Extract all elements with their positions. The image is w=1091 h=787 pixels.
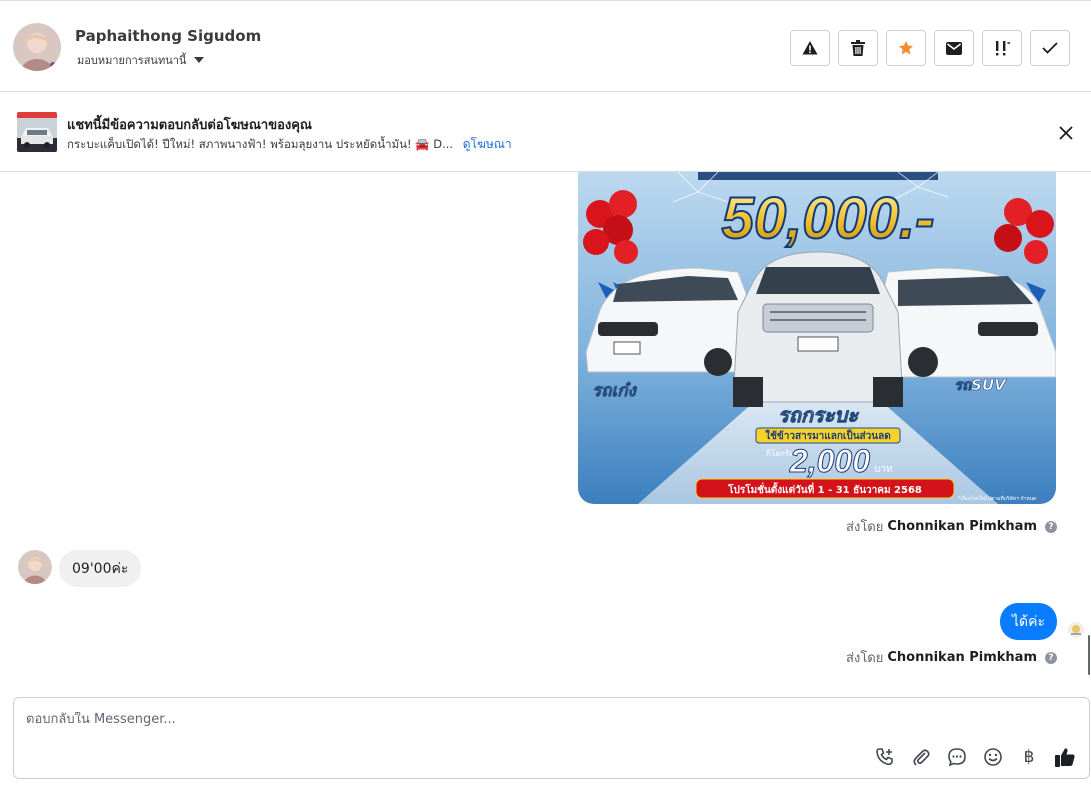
composer-tools: ฿ [873, 745, 1077, 769]
ad-banner-subtitle: กระบะแค็บเปิดได้! ปีใหม่! สภาพนางฟ้า! พร… [67, 135, 512, 154]
check-icon [1042, 42, 1058, 54]
report-icon [802, 41, 818, 55]
envelope-icon [946, 41, 962, 55]
close-banner-button[interactable] [1057, 124, 1075, 142]
sent-by-prefix: ส่งโดย [846, 520, 884, 535]
emoji-button[interactable] [981, 745, 1005, 769]
paperclip-icon [913, 749, 930, 766]
ad-caption: กระบะแค็บเปิดได้! ปีใหม่! สภาพนางฟ้า! พร… [67, 137, 454, 151]
delete-button[interactable] [838, 30, 878, 66]
sent-by-label: ส่งโดย Chonnikan Pimkham ? [846, 516, 1057, 537]
help-icon[interactable]: ? [1045, 651, 1057, 664]
trash-icon [851, 40, 865, 56]
message-thread[interactable]: 50,000.- รถเก๋ง รถSUV รถกระบะ ใช้ข้าวสาร… [0, 172, 1091, 697]
scrollbar-thumb[interactable] [1088, 635, 1090, 675]
promo-image-message[interactable]: 50,000.- รถเก๋ง รถSUV รถกระบะ ใช้ข้าวสาร… [578, 172, 1056, 504]
follow-up-icon [996, 41, 1010, 56]
promo-period: โปรโมชั่นตั้งแต่วันที่ 1 - 31 ธันวาคม 25… [727, 482, 922, 496]
contact-name[interactable]: Paphaithong Sigudom [75, 27, 261, 45]
thumbs-up-icon [1055, 748, 1075, 767]
saved-replies-button[interactable] [945, 745, 969, 769]
promo-label-pickup: รถกระบะ [778, 403, 859, 427]
mark-done-button[interactable] [1030, 30, 1070, 66]
follow-up-button[interactable] [982, 30, 1022, 66]
sent-by-label-2: ส่งโดย Chonnikan Pimkham ? [846, 647, 1057, 668]
sender-name[interactable]: Chonnikan Pimkham [887, 519, 1037, 534]
sender-name-2[interactable]: Chonnikan Pimkham [887, 650, 1037, 665]
conversation-header: Paphaithong Sigudom มอบหมายการสนทนานี้ [0, 0, 1091, 92]
promo-label-suv: รถSUV [954, 376, 1007, 394]
promo-amount: 2,000 [789, 443, 870, 479]
incoming-message-bubble[interactable]: 09'00ค่ะ [59, 550, 142, 587]
outgoing-message-bubble[interactable]: ได้ค่ะ [999, 603, 1057, 640]
close-icon [1059, 126, 1073, 140]
promo-rice-text: ใช้ข้าวสารมาแลกเป็นส่วนลด [765, 428, 890, 442]
promo-label-sedan: รถเก๋ง [592, 381, 638, 401]
payment-button[interactable]: ฿ [1017, 745, 1041, 769]
promo-footnote: *เงื่อนไขเป็นไปตามที่บริษัทฯ กำหนด [958, 494, 1036, 502]
add-call-button[interactable] [873, 745, 897, 769]
mark-unread-button[interactable] [934, 30, 974, 66]
phone-plus-icon [876, 748, 893, 766]
assign-conversation-dropdown[interactable]: มอบหมายการสนทนานี้ [77, 51, 205, 69]
ad-reply-banner: แชทนี้มีข้อความตอบกลับต่อโฆษณาของคุณ กระ… [0, 92, 1091, 172]
help-icon[interactable]: ? [1045, 520, 1057, 533]
ad-thumbnail[interactable] [17, 112, 57, 152]
like-button[interactable] [1053, 745, 1077, 769]
caret-down-icon [194, 57, 205, 63]
promo-unit: บาท [874, 464, 893, 475]
promo-price: 50,000.- [722, 186, 935, 251]
ad-banner-title: แชทนี้มีข้อความตอบกลับต่อโฆษณาของคุณ [67, 118, 312, 133]
sent-by-prefix-2: ส่งโดย [846, 651, 884, 666]
view-ad-link[interactable]: ดูโฆษณา [463, 137, 512, 151]
star-icon [899, 41, 913, 55]
reply-input[interactable] [26, 712, 726, 727]
contact-avatar[interactable] [13, 23, 61, 71]
smiley-icon [984, 748, 1002, 766]
baht-icon: ฿ [1023, 747, 1035, 767]
assign-label: มอบหมายการสนทนานี้ [77, 54, 187, 67]
seen-indicator-avatar [1068, 622, 1084, 638]
chat-bubble-icon [948, 748, 966, 767]
attach-file-button[interactable] [909, 745, 933, 769]
header-actions [790, 30, 1070, 66]
contact-avatar-small[interactable] [18, 550, 52, 584]
report-button[interactable] [790, 30, 830, 66]
star-button[interactable] [886, 30, 926, 66]
reply-composer: ฿ [13, 697, 1090, 779]
